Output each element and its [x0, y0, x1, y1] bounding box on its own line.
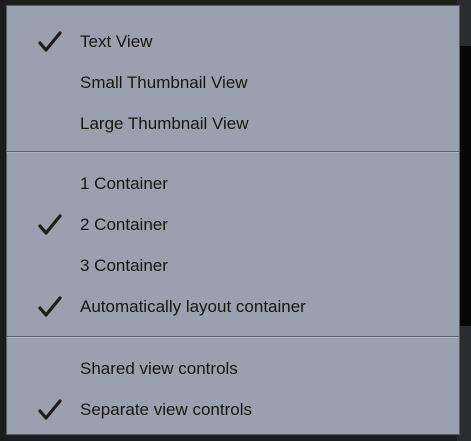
checkmark-icon — [37, 357, 63, 381]
checkmark-icon — [37, 112, 63, 136]
menu-item-3-container[interactable]: 3 Container — [7, 246, 459, 286]
view-options-context-menu: Text View Small Thumbnail View Large Thu… — [6, 5, 460, 435]
menu-item-small-thumbnail-view[interactable]: Small Thumbnail View — [7, 63, 459, 103]
screen: Text View Small Thumbnail View Large Thu… — [0, 0, 471, 441]
menu-item-label: Small Thumbnail View — [80, 73, 248, 92]
menu-item-large-thumbnail-view[interactable]: Large Thumbnail View — [7, 104, 459, 144]
menu-item-label: Shared view controls — [80, 359, 238, 378]
checkmark-icon — [37, 172, 63, 196]
menu-item-1-container[interactable]: 1 Container — [7, 164, 459, 204]
checkmark-icon — [37, 213, 63, 237]
menu-item-shared-view-controls[interactable]: Shared view controls — [7, 349, 459, 389]
menu-item-text-view[interactable]: Text View — [7, 22, 459, 62]
menu-item-label: Text View — [80, 32, 153, 51]
menu-item-automatically-layout-container[interactable]: Automatically layout container — [7, 287, 459, 327]
menu-item-label: 2 Container — [80, 215, 168, 234]
checkmark-icon — [37, 30, 63, 54]
menu-item-2-container[interactable]: 2 Container — [7, 205, 459, 245]
menu-item-separate-view-controls[interactable]: Separate view controls — [7, 390, 459, 430]
menu-item-label: Large Thumbnail View — [80, 114, 249, 133]
menu-item-label: Automatically layout container — [80, 297, 306, 316]
checkmark-icon — [37, 71, 63, 95]
menu-separator — [7, 151, 459, 153]
menu-item-label: 1 Container — [80, 174, 168, 193]
menu-separator — [7, 336, 459, 338]
menu-item-label: Separate view controls — [80, 400, 252, 419]
checkmark-icon — [37, 398, 63, 422]
checkmark-icon — [37, 295, 63, 319]
menu-item-label: 3 Container — [80, 256, 168, 275]
checkmark-icon — [37, 254, 63, 278]
